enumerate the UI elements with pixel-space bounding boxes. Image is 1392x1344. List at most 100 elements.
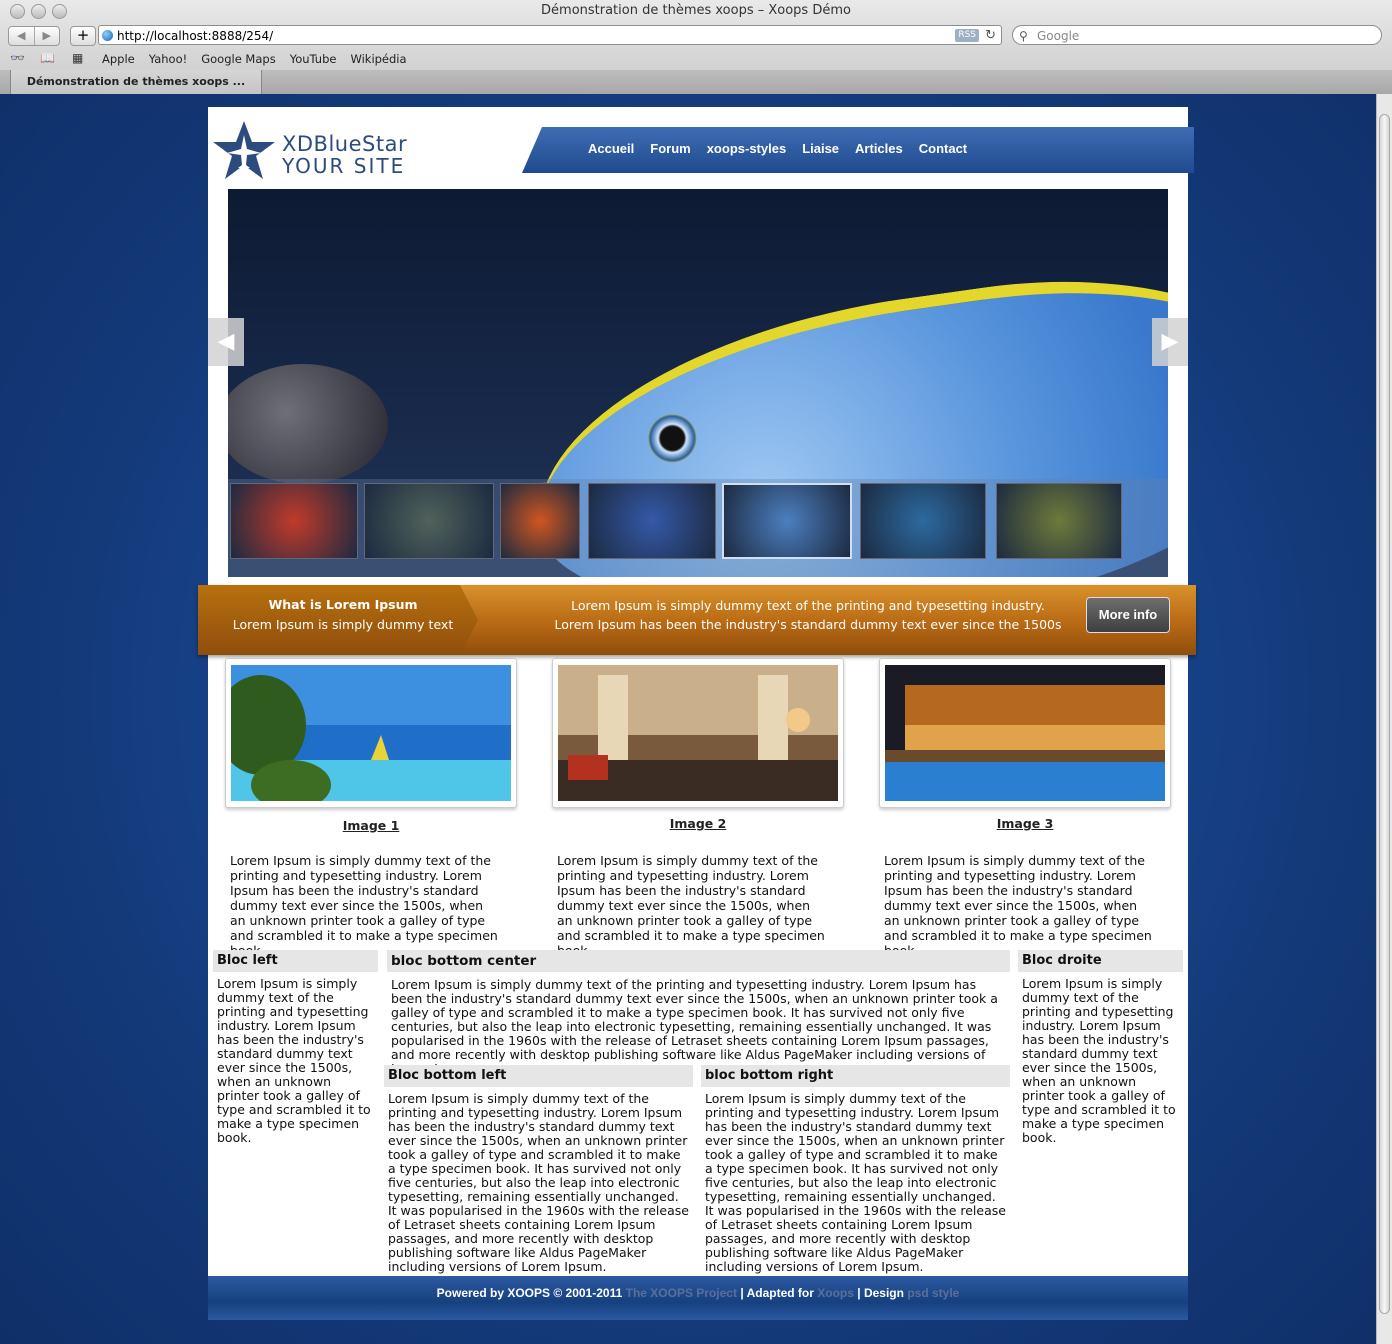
- rss-button[interactable]: RSS: [955, 29, 979, 42]
- scrollbar-thumb[interactable]: [1379, 114, 1390, 1314]
- book-icon[interactable]: 📖: [40, 51, 55, 65]
- bookmark-yahoo[interactable]: Yahoo!: [149, 52, 187, 66]
- forward-button[interactable]: ▶: [35, 27, 60, 45]
- bloc-left-title: Bloc left: [213, 950, 378, 972]
- footer-xoops-link[interactable]: Xoops: [817, 1286, 854, 1300]
- image-frame-1[interactable]: [216, 658, 517, 810]
- nav-liaise[interactable]: Liaise: [802, 141, 839, 156]
- bloc-bottom-right-text: Lorem Ipsum is simply dummy text of the …: [705, 1091, 1006, 1274]
- site-footer: Powered by XOOPS © 2001-2011 The XOOPS P…: [208, 1276, 1188, 1320]
- image-text-1: Lorem Ipsum is simply dummy text of the …: [230, 853, 498, 958]
- bloc-center-title: bloc bottom center: [387, 950, 1010, 972]
- fish-eye: [645, 411, 700, 466]
- more-info-button[interactable]: More info: [1086, 597, 1170, 633]
- reading-glasses-icon[interactable]: 👓: [10, 51, 25, 65]
- bookmarks-bar: 👓 📖 ▦ Apple Yahoo! Google Maps YouTube W…: [0, 50, 1392, 68]
- slider-thumb-6[interactable]: [996, 483, 1122, 559]
- window-titlebar: Démonstration de thèmes xoops – Xoops Dé…: [0, 0, 1392, 22]
- image-caption-1[interactable]: Image 1: [225, 818, 517, 833]
- footer-psd-style-link[interactable]: psd style: [907, 1286, 959, 1300]
- footer-design: | Design: [857, 1286, 904, 1300]
- vertical-scrollbar[interactable]: [1376, 94, 1392, 1344]
- slider-prev-arrow[interactable]: ◀: [208, 318, 244, 366]
- history-buttons: ◀ ▶: [8, 26, 60, 46]
- back-button[interactable]: ◀: [9, 27, 35, 45]
- url-text: http://localhost:8888/254/: [117, 29, 274, 43]
- bloc-center-text: Lorem Ipsum is simply dummy text of the …: [391, 977, 998, 1076]
- info-bar: What is Lorem Ipsum Lorem Ipsum is simpl…: [198, 585, 1196, 655]
- logo-line-2: Your site: [282, 154, 406, 178]
- browser-toolbar: ◀ ▶ + http://localhost:8888/254/ RSS ↻ ⚲…: [0, 24, 1392, 48]
- nav-articles[interactable]: Articles: [855, 141, 903, 156]
- main-navigation: Accueil Forum xoops-styles Liaise Articl…: [522, 127, 1194, 173]
- info-line-2: Lorem Ipsum has been the industry's stan…: [554, 617, 1062, 632]
- nav-forum[interactable]: Forum: [650, 141, 690, 156]
- image-text-2: Lorem Ipsum is simply dummy text of the …: [557, 853, 825, 958]
- footer-xoops-project-link[interactable]: The XOOPS Project: [626, 1286, 737, 1300]
- site-logo[interactable]: XDBlueStar Your site: [282, 133, 407, 177]
- slider-thumb-3[interactable]: [588, 483, 716, 559]
- close-window-button[interactable]: [10, 4, 25, 19]
- slider-thumb-2[interactable]: [500, 483, 580, 559]
- nav-contact[interactable]: Contact: [919, 141, 967, 156]
- beach-image: [216, 665, 511, 810]
- site-globe-icon: [102, 30, 113, 41]
- bookmark-google-maps[interactable]: Google Maps: [201, 52, 275, 66]
- slider-next-arrow[interactable]: ▶: [1152, 318, 1188, 366]
- star-logo-icon[interactable]: [211, 119, 277, 181]
- slider-thumb-0[interactable]: [230, 483, 358, 559]
- bloc-left: Bloc left Lorem Ipsum is simply dummy te…: [213, 950, 378, 1145]
- add-bookmark-button[interactable]: +: [70, 26, 96, 46]
- slider-thumb-5[interactable]: [860, 483, 986, 559]
- slide-rock: [228, 364, 388, 484]
- address-bar[interactable]: http://localhost:8888/254/ RSS ↻: [98, 25, 1002, 45]
- tab-active[interactable]: Démonstration de thèmes xoops ...: [10, 70, 262, 94]
- bloc-bottom-center: bloc bottom center Lorem Ipsum is simply…: [387, 950, 1010, 1076]
- image-frame-3[interactable]: [879, 658, 1171, 808]
- bloc-bottom-right: bloc bottom right Lorem Ipsum is simply …: [701, 1065, 1010, 1274]
- footer-powered: Powered by XOOPS © 2001-2011: [436, 1286, 623, 1300]
- image-column-2: Image 2 Lorem Ipsum is simply dummy text…: [552, 658, 844, 958]
- reload-button[interactable]: ↻: [985, 26, 996, 46]
- bloc-left-text: Lorem Ipsum is simply dummy text of the …: [217, 976, 371, 1145]
- image-caption-3[interactable]: Image 3: [879, 816, 1171, 831]
- bloc-droite-text: Lorem Ipsum is simply dummy text of the …: [1022, 976, 1176, 1145]
- browser-chrome: Démonstration de thèmes xoops – Xoops Dé…: [0, 0, 1392, 95]
- bloc-bottom-left-text: Lorem Ipsum is simply dummy text of the …: [388, 1091, 689, 1274]
- tab-bar: Démonstration de thèmes xoops ...: [0, 70, 1392, 94]
- image-column-3: Image 3 Lorem Ipsum is simply dummy text…: [879, 658, 1171, 958]
- window-controls: [10, 4, 67, 19]
- info-line-1: Lorem Ipsum is simply dummy text of the …: [571, 598, 1045, 613]
- image-text-3: Lorem Ipsum is simply dummy text of the …: [884, 853, 1152, 958]
- slider-thumb-4[interactable]: [722, 483, 852, 559]
- resort-pool-image: [885, 665, 1165, 801]
- bookmark-youtube[interactable]: YouTube: [290, 52, 337, 66]
- bloc-droite: Bloc droite Lorem Ipsum is simply dummy …: [1018, 950, 1183, 1145]
- hotel-lobby-image: [558, 665, 838, 801]
- zoom-window-button[interactable]: [52, 4, 67, 19]
- slider-thumb-1[interactable]: [364, 483, 494, 559]
- footer-adapted: | Adapted for: [740, 1286, 814, 1300]
- bloc-droite-title: Bloc droite: [1018, 950, 1183, 972]
- bloc-bottom-left: Bloc bottom left Lorem Ipsum is simply d…: [384, 1065, 693, 1274]
- search-icon: ⚲: [1019, 29, 1028, 43]
- info-left-subtitle: Lorem Ipsum is simply dummy text: [232, 617, 454, 632]
- minimize-window-button[interactable]: [31, 4, 46, 19]
- image-slider[interactable]: [228, 189, 1168, 577]
- logo-line-1: XDBlueStar: [282, 132, 408, 156]
- search-field[interactable]: ⚲ Google: [1012, 25, 1382, 45]
- slider-thumbnails: [228, 479, 1168, 577]
- bloc-bottom-left-title: Bloc bottom left: [384, 1065, 693, 1087]
- bookmark-wikipedia[interactable]: Wikipédia: [350, 52, 406, 66]
- info-left-title: What is Lorem Ipsum: [268, 597, 418, 612]
- image-column-1: Image 1 Lorem Ipsum is simply dummy text…: [216, 658, 517, 958]
- image-frame-2[interactable]: [552, 658, 844, 808]
- bookmark-apple[interactable]: Apple: [102, 52, 135, 66]
- nav-accueil[interactable]: Accueil: [588, 141, 634, 156]
- window-title: Démonstration de thèmes xoops – Xoops Dé…: [541, 3, 851, 18]
- bloc-bottom-right-title: bloc bottom right: [701, 1065, 1010, 1087]
- nav-xoops-styles[interactable]: xoops-styles: [707, 141, 786, 156]
- site-container: XDBlueStar Your site Accueil Forum xoops…: [198, 107, 1196, 1320]
- grid-icon[interactable]: ▦: [72, 51, 83, 65]
- image-caption-2[interactable]: Image 2: [552, 816, 844, 831]
